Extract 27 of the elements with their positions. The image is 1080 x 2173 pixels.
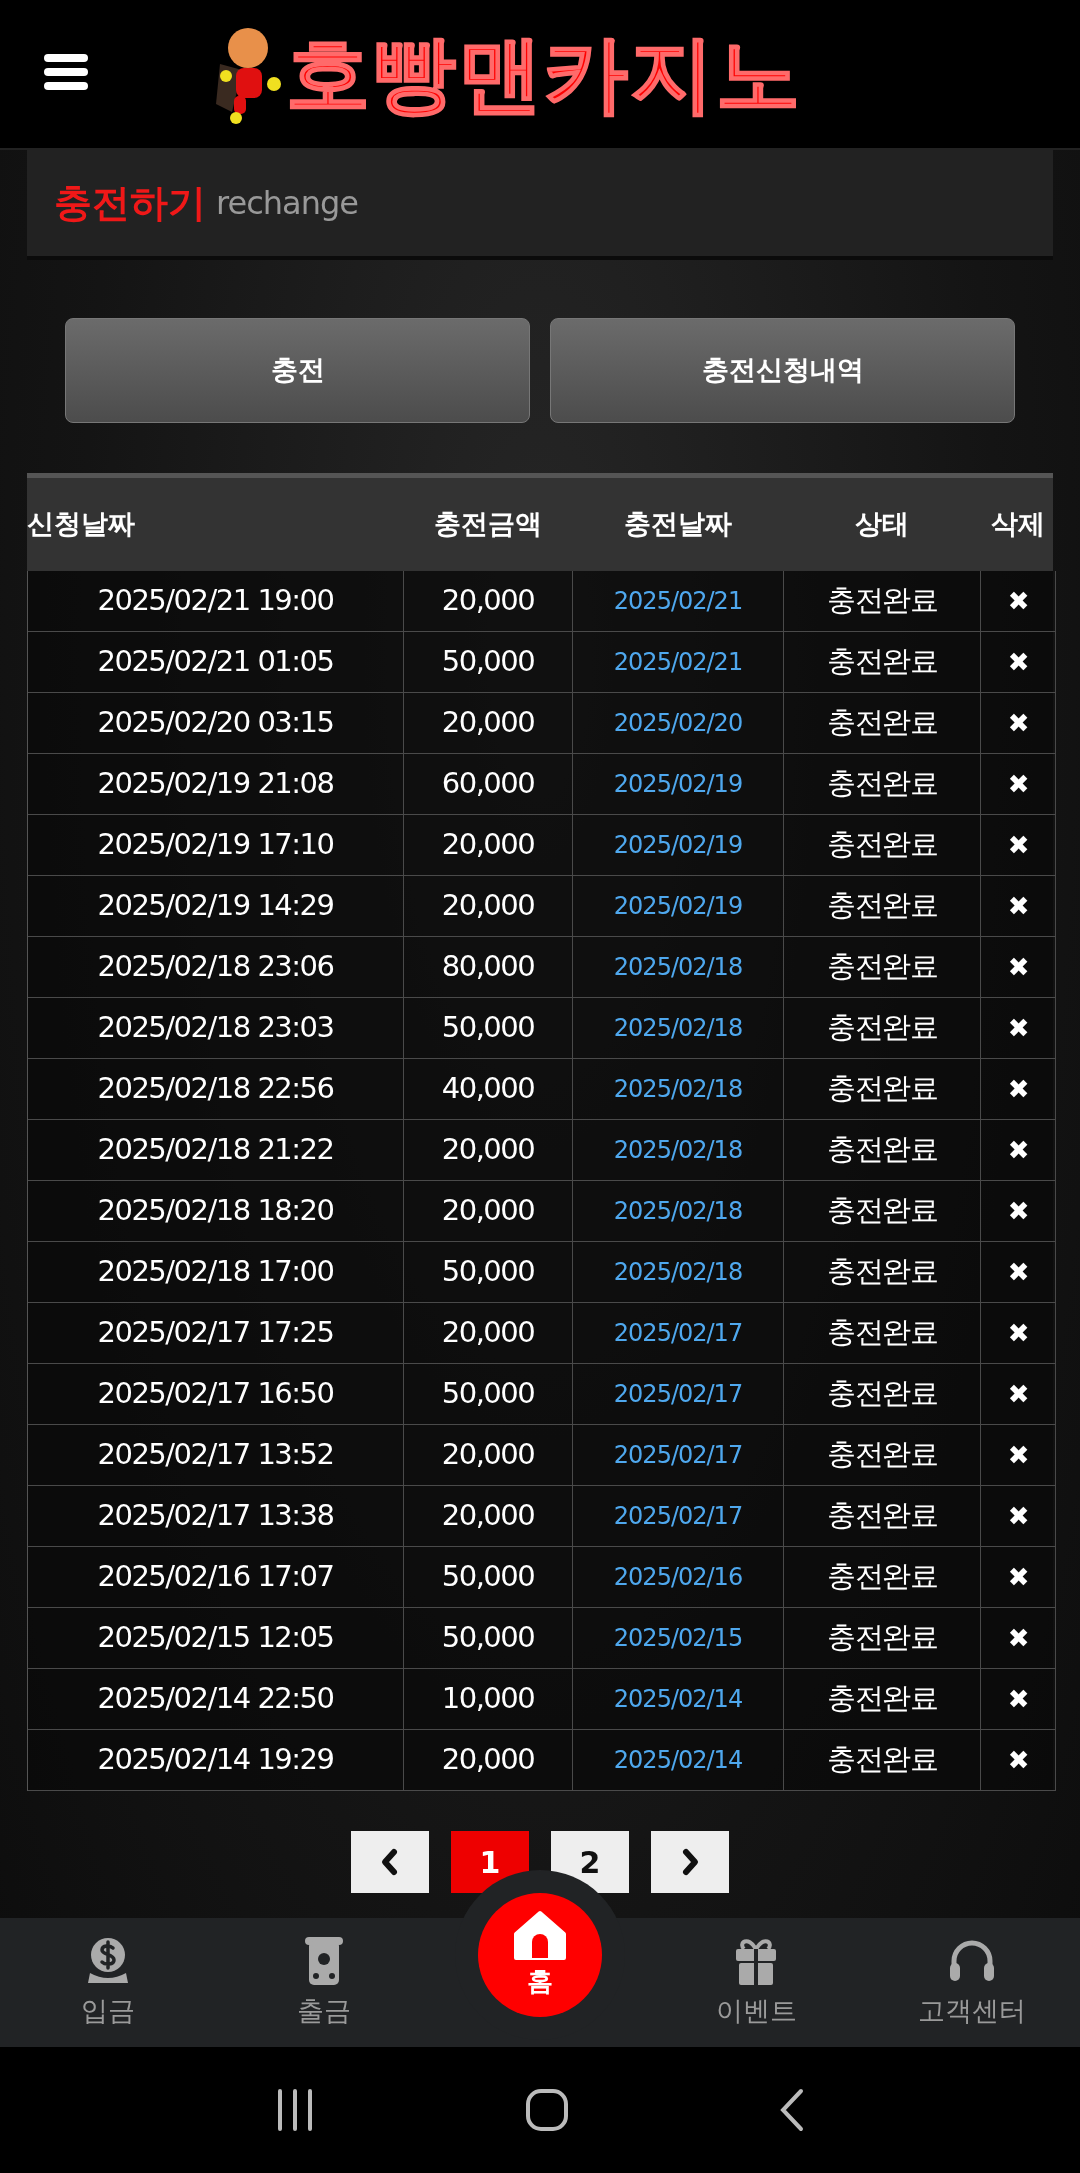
delete-button[interactable]: ✖ — [981, 1730, 1056, 1791]
column-header: 상태 — [853, 507, 910, 542]
column-header: 충전금액 — [432, 507, 543, 542]
tab-button[interactable]: 충전 — [65, 318, 530, 423]
recent-apps-icon[interactable] — [275, 2089, 315, 2131]
table-cell: 20,000 — [404, 1730, 573, 1791]
home-icon[interactable] — [525, 2088, 569, 2132]
nav-item[interactable]: 입금 — [0, 1918, 216, 2047]
home-button[interactable]: 홈 — [478, 1893, 602, 2017]
section-title: 충전하기 — [54, 179, 206, 227]
next-page-button[interactable] — [651, 1831, 729, 1893]
menu-icon[interactable] — [44, 52, 88, 92]
back-icon[interactable] — [779, 2088, 805, 2132]
column-header: 삭제 — [989, 507, 1046, 542]
logo-text: 호빵맨카지노 — [286, 32, 802, 116]
table-cell: 2025/02/14 19:29 — [28, 1730, 404, 1791]
previous-page-button[interactable] — [351, 1831, 429, 1893]
home-icon — [512, 1909, 568, 1962]
tab-button[interactable]: 충전신청내역 — [550, 318, 1015, 423]
column-header: 신청날짜 — [27, 507, 136, 542]
section-subtitle: rechange — [216, 183, 358, 224]
nav-item[interactable]: 이벤트 — [648, 1918, 864, 2047]
nav-item[interactable]: 고객센터 — [864, 1918, 1080, 2047]
column-header: 충전날짜 — [622, 507, 733, 542]
table-cell: 충전완료 — [784, 1730, 981, 1791]
table-cell: 2025/02/14 — [573, 1730, 784, 1791]
nav-item[interactable]: 출금 — [216, 1918, 432, 2047]
